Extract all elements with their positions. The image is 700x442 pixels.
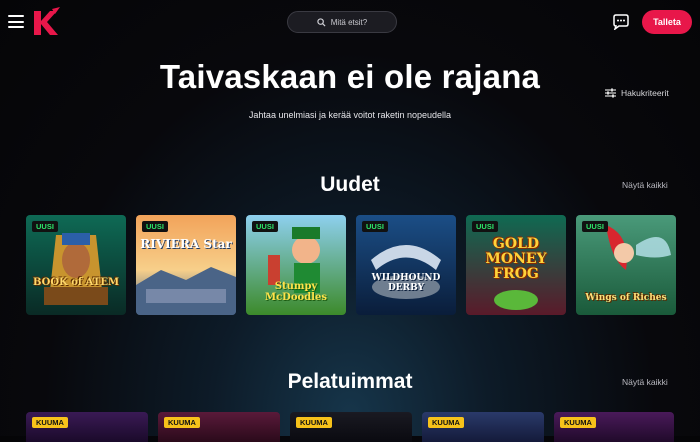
search-icon [317, 17, 326, 27]
chat-icon[interactable] [612, 14, 630, 30]
hot-game-card[interactable]: KUUMA [554, 412, 674, 442]
game-title: BOOK of ATEM [32, 277, 120, 288]
game-card-gold-money-frog[interactable]: UUSI GOLD MONEY FROG [466, 215, 566, 315]
new-badge: UUSI [142, 221, 168, 232]
new-badge: UUSI [582, 221, 608, 232]
new-badge: UUSI [32, 221, 58, 232]
hot-game-card[interactable]: KUUMA [290, 412, 412, 442]
section-title-popular: Pelatuimmat [287, 370, 413, 393]
hot-badge: KUUMA [560, 417, 596, 428]
hot-badge: KUUMA [164, 417, 200, 428]
deposit-button[interactable]: Talleta [642, 10, 692, 34]
sliders-icon [605, 88, 616, 98]
top-bar: Mitä etsit? Talleta [0, 0, 700, 44]
page-subtitle: Jahtaa unelmiasi ja kerää voitot raketin… [248, 110, 452, 120]
search-placeholder: Mitä etsit? [330, 17, 368, 27]
game-card-wildhound-derby[interactable]: UUSI WILDHOUND DERBY [356, 215, 456, 315]
hot-badge: KUUMA [296, 417, 332, 428]
section-title-new: Uudet [320, 173, 380, 196]
hot-game-card[interactable]: KUUMA [422, 412, 544, 442]
hot-badge: KUUMA [32, 417, 68, 428]
game-title: WILDHOUND DERBY [371, 273, 441, 293]
page-title: Taivaskaan ei ole rajana [159, 58, 541, 95]
new-badge: UUSI [472, 221, 498, 232]
search-input[interactable]: Mitä etsit? [287, 11, 397, 33]
menu-icon[interactable] [8, 15, 24, 28]
filters-label: Hakukriteerit [621, 88, 669, 98]
new-badge: UUSI [252, 221, 278, 232]
game-title: RIVIERA Star [140, 237, 232, 251]
new-badge: UUSI [362, 221, 388, 232]
see-all-popular-link[interactable]: Näytä kaikki [622, 377, 668, 387]
game-title: Wings of Riches [585, 293, 667, 303]
game-card-wings-of-riches[interactable]: UUSI Wings of Riches [576, 215, 676, 315]
game-card-riviera-star[interactable]: UUSI RIVIERA Star [136, 215, 236, 315]
hot-game-card[interactable]: KUUMA [158, 412, 280, 442]
hot-badge: KUUMA [428, 417, 464, 428]
filters-button[interactable]: Hakukriteerit [605, 88, 669, 98]
hot-game-card[interactable]: KUUMA [26, 412, 148, 442]
game-title: Stumpy McDoodles [265, 281, 327, 303]
brand-logo[interactable] [30, 5, 64, 39]
see-all-new-link[interactable]: Näytä kaikki [622, 180, 668, 190]
game-card-book-of-atem[interactable]: UUSI BOOK of ATEM [26, 215, 126, 315]
game-title: GOLD MONEY FROG [485, 236, 547, 282]
game-card-stumpy-mcdoodles[interactable]: UUSI Stumpy McDoodles [246, 215, 346, 315]
